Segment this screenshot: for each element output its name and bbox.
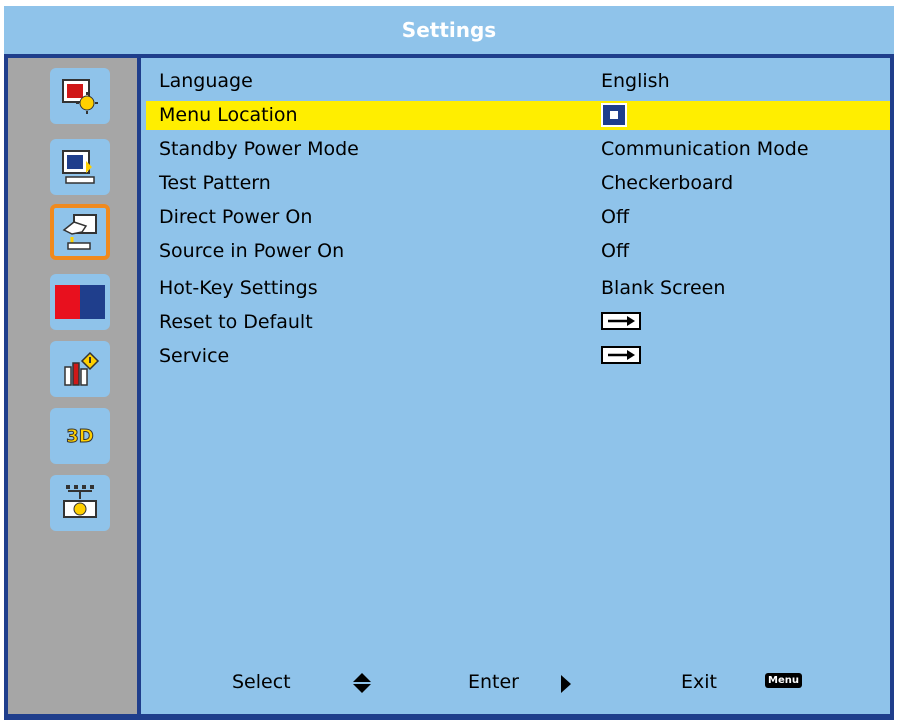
sidebar-item-settings[interactable] [50,204,110,260]
row-label: Reset to Default [159,311,313,333]
row-label: Standby Power Mode [159,138,359,160]
menu-key-icon: Menu [765,673,802,688]
3d-icon: 3D [66,425,94,447]
screen-icon [62,150,95,184]
row-value: Off [601,240,630,262]
row-value: Blank Screen [601,277,726,299]
menu-row-hot-key-settings[interactable]: Hot-Key Settings Blank Screen [146,274,890,303]
row-label: Hot-Key Settings [159,277,318,299]
right-arrow-icon [561,675,571,693]
menu-row-reset-to-default[interactable]: Reset to Default [146,308,890,337]
settings-hand-icon [62,214,97,250]
footer-exit-label: Exit [681,671,717,693]
row-value: Checkerboard [601,172,734,194]
footer-enter-label: Enter [468,671,519,693]
info-icon [64,351,100,386]
enter-arrow-icon [601,312,641,330]
menu-row-menu-location[interactable]: Menu Location [146,101,890,130]
row-label: Service [159,345,230,367]
osd-window: Settings 3D Language English Menu Locati… [4,6,894,720]
color-icon [55,285,105,319]
menu-location-center-icon [601,103,627,127]
sidebar-item-network[interactable] [50,475,110,531]
row-value: English [601,70,670,92]
menu-row-direct-power-on[interactable]: Direct Power On Off [146,203,890,232]
settings-menu: Language English Menu Location Standby P… [141,58,890,714]
network-icon [63,485,97,518]
picture-icon [62,79,98,114]
sidebar-item-information[interactable] [50,341,110,397]
row-value: Communication Mode [601,138,809,160]
menu-row-source-in-power-on[interactable]: Source in Power On Off [146,237,890,266]
menu-row-standby-power-mode[interactable]: Standby Power Mode Communication Mode [146,135,890,164]
menu-row-service[interactable]: Service [146,342,890,371]
row-label: Menu Location [159,104,298,126]
footer-select-label: Select [232,671,291,693]
page-title: Settings [4,6,894,54]
up-down-arrow-icon [353,673,371,693]
sidebar-item-3d[interactable]: 3D [50,408,110,464]
row-label: Test Pattern [159,172,271,194]
menu-row-test-pattern[interactable]: Test Pattern Checkerboard [146,169,890,198]
menu-row-language[interactable]: Language English [146,67,890,96]
sidebar-item-screen[interactable] [50,139,110,195]
row-label: Language [159,70,253,92]
row-label: Direct Power On [159,206,313,228]
sidebar: 3D [8,58,137,714]
enter-arrow-icon [601,346,641,364]
sidebar-item-color[interactable] [50,274,110,330]
row-value: Off [601,206,630,228]
row-label: Source in Power On [159,240,345,262]
sidebar-item-picture[interactable] [50,68,110,124]
